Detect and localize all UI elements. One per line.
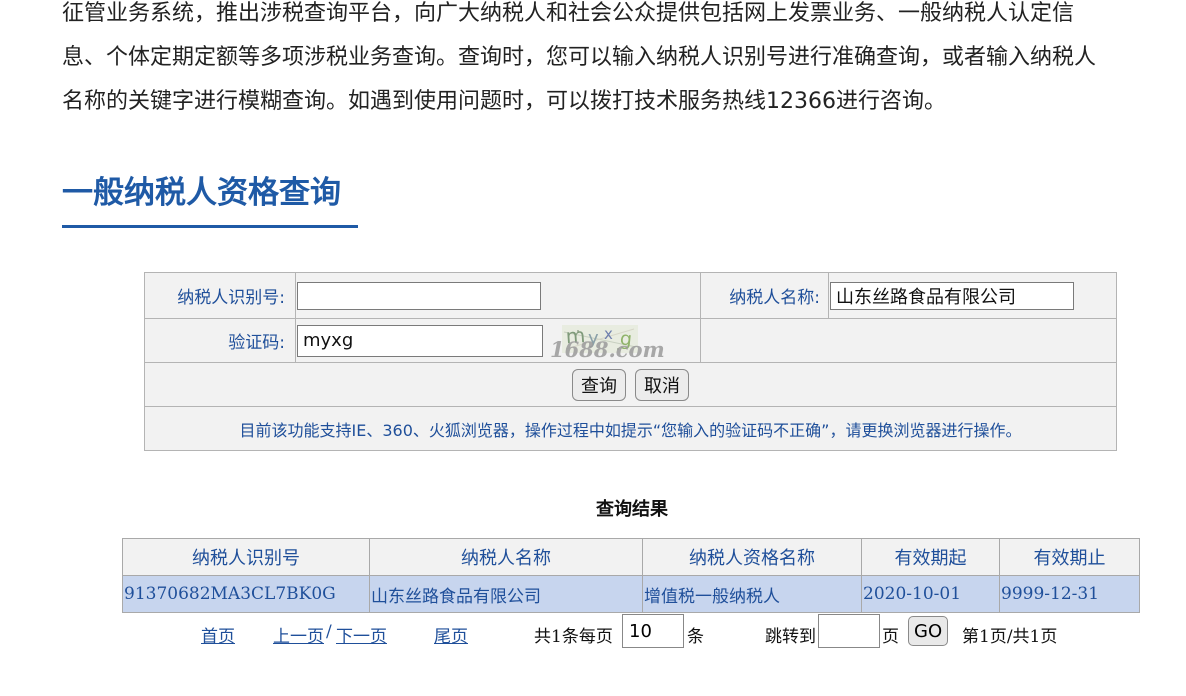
cell-taxpayer-id: 91370682MA3CL7BK0G xyxy=(122,575,370,613)
per-page-unit: 条 xyxy=(687,627,704,647)
page-title: 一般纳税人资格查询 xyxy=(62,175,341,211)
total-count-text: 共1条每页 xyxy=(534,627,613,647)
go-button[interactable]: GO xyxy=(908,616,949,646)
results-table: 纳税人识别号 纳税人名称 纳税人资格名称 有效期起 有效期止 91370682M… xyxy=(122,538,1140,613)
title-underline xyxy=(62,225,358,228)
taxpayer-name-label: 纳税人名称: xyxy=(729,288,820,308)
taxpayer-id-label: 纳税人识别号: xyxy=(177,288,285,308)
query-form: 纳税人识别号: 纳税人名称: 验证码: m xyxy=(144,272,1117,451)
taxpayer-id-input[interactable] xyxy=(297,281,541,310)
captcha-label-cell: 验证码: xyxy=(144,318,296,363)
column-header: 有效期止 xyxy=(999,538,1140,576)
browser-notice: 目前该功能支持IE、360、火狐浏览器，操作过程中如提示“您输入的验证码不正确”… xyxy=(144,406,1117,451)
jump-page-input[interactable] xyxy=(818,614,880,648)
results-title: 查询结果 xyxy=(596,499,668,520)
pagination: 首页 上一页 / 下一页 尾页 共1条每页 条 跳转到 页 GO 第1页/共1页 xyxy=(0,614,1186,650)
captcha-input[interactable] xyxy=(297,324,543,357)
prev-page-link[interactable]: 上一页 xyxy=(273,622,324,647)
intro-text: 征管业务系统，推出涉税查询平台，向广大纳税人和社会公众提供包括网上发票业务、一般… xyxy=(62,0,1186,124)
cell-qualification: 增值税一般纳税人 xyxy=(642,575,862,613)
taxpayer-name-cell xyxy=(828,272,1117,319)
cell-valid-to: 9999-12-31 xyxy=(999,575,1140,613)
taxpayer-name-label-cell: 纳税人名称: xyxy=(700,272,829,319)
captcha-label: 验证码: xyxy=(228,333,285,353)
column-header: 纳税人名称 xyxy=(369,538,643,576)
results-header-row: 纳税人识别号 纳税人名称 纳税人资格名称 有效期起 有效期止 xyxy=(122,538,1140,576)
watermark: 1688.com xyxy=(550,337,665,359)
taxpayer-id-label-cell: 纳税人识别号: xyxy=(144,272,296,319)
empty-cell xyxy=(700,318,1117,363)
jump-label: 跳转到 xyxy=(765,627,816,647)
page-info: 第1页/共1页 xyxy=(962,627,1058,647)
table-row[interactable]: 91370682MA3CL7BK0G 山东丝路食品有限公司 增值税一般纳税人 2… xyxy=(122,575,1140,613)
query-button[interactable]: 查询 xyxy=(571,368,626,401)
form-actions: 查询 取消 xyxy=(144,362,1117,407)
taxpayer-id-cell xyxy=(295,272,701,319)
cell-valid-from: 2020-10-01 xyxy=(861,575,1000,613)
column-header: 有效期起 xyxy=(861,538,1000,576)
column-header: 纳税人资格名称 xyxy=(642,538,862,576)
pager-separator: / xyxy=(326,622,332,642)
column-header: 纳税人识别号 xyxy=(122,538,370,576)
intro-line: 名称的关键字进行模糊查询。如遇到使用问题时，可以拨打技术服务热线12366进行咨… xyxy=(62,89,946,114)
page-unit: 页 xyxy=(882,627,899,647)
next-page-link[interactable]: 下一页 xyxy=(336,622,387,647)
intro-line: 息、个体定期定额等多项涉税业务查询。查询时，您可以输入纳税人识别号进行准确查询，… xyxy=(62,45,1097,70)
cell-taxpayer-name: 山东丝路食品有限公司 xyxy=(369,575,643,613)
cancel-button[interactable]: 取消 xyxy=(635,368,690,401)
captcha-image[interactable]: m y x g 1688.com xyxy=(548,323,672,362)
captcha-cell: m y x g 1688.com xyxy=(295,318,701,363)
page-size-input[interactable] xyxy=(622,614,684,648)
last-page-link[interactable]: 尾页 xyxy=(434,622,468,647)
first-page-link[interactable]: 首页 xyxy=(201,622,235,647)
intro-line: 征管业务系统，推出涉税查询平台，向广大纳税人和社会公众提供包括网上发票业务、一般… xyxy=(62,1,1075,26)
taxpayer-name-input[interactable] xyxy=(830,281,1074,310)
